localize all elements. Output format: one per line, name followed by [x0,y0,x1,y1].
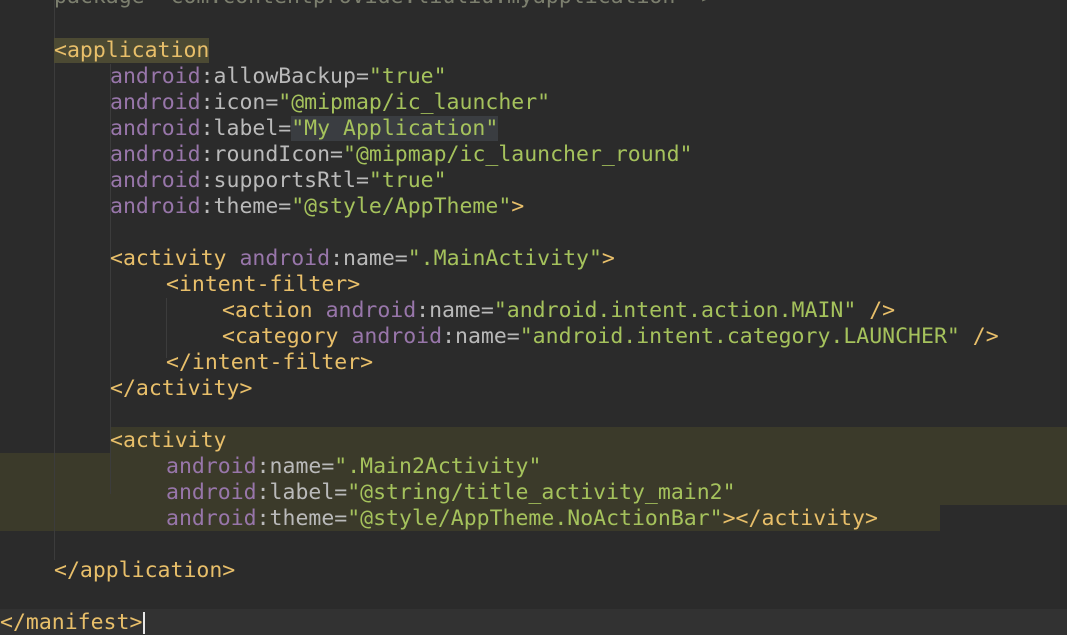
code-token: android [110,90,201,115]
code-token: android [325,298,417,323]
code-line[interactable]: <application [54,38,210,64]
code-token: android [239,246,331,271]
code-token: <application [54,38,210,63]
code-line[interactable]: package="com.contentprovide.liuliu.myapp… [54,0,714,10]
code-line[interactable]: android:allowBackup="true" [110,64,447,90]
code-line[interactable]: </activity> [110,376,252,402]
code-token: "My Application" [291,116,499,141]
text-caret [143,612,146,634]
code-token: <activity [110,428,227,453]
code-line[interactable]: </intent-filter> [166,350,373,376]
code-line[interactable]: android:icon="@mipmap/ic_launcher" [110,90,550,116]
code-token: :allowBackup= [200,64,369,89]
code-token: :name= [256,454,335,479]
code-token: /> [959,324,999,349]
code-token: </application> [54,558,236,583]
code-line[interactable]: android:theme="@style/AppTheme.NoActionB… [166,506,878,532]
code-token: :name= [330,246,408,271]
code-token: /> [856,298,896,323]
code-editor[interactable]: package="com.contentprovide.liuliu.myapp… [0,0,1067,635]
code-token: android [110,168,201,193]
code-token: android [166,454,257,479]
code-token: android [110,142,201,167]
code-token: "@mipmap/ic_launcher" [278,90,551,115]
code-line[interactable]: <intent-filter> [166,272,360,298]
code-line[interactable]: <category android:name="android.intent.c… [222,324,999,350]
code-line[interactable]: <action android:name="android.intent.act… [222,298,895,324]
code-line[interactable]: android:supportsRtl="true" [110,168,447,194]
code-token: :supportsRtl= [200,168,369,193]
code-token: "android.intent.action.MAIN" [493,298,857,323]
code-token: ></activity> [722,506,878,531]
code-token: </manifest> [0,610,143,635]
indent-guide [166,298,167,358]
code-token: </activity> [110,376,253,401]
code-token: <category [222,324,352,349]
code-token: android [110,116,201,141]
code-line[interactable]: <activity [110,428,227,454]
code-token: package="com.contentprovide.liuliu.myapp… [54,0,714,9]
code-token: ".MainActivity" [407,246,602,271]
code-line[interactable]: <activity android:name=".MainActivity"> [110,246,615,272]
code-line[interactable]: </manifest> [0,610,146,635]
code-line[interactable]: </application> [54,558,235,584]
indent-guide [54,0,55,560]
code-token: "@style/AppTheme.NoActionBar" [347,506,723,531]
code-token: :roundIcon= [200,142,343,167]
code-token: > [601,246,615,271]
code-token: "true" [368,168,447,193]
caret-line-highlight [0,609,1067,635]
code-token: android [110,194,201,219]
code-line[interactable]: android:roundIcon="@mipmap/ic_launcher_r… [110,142,693,168]
code-token: android [110,64,201,89]
code-token: "android.intent.category.LAUNCHER" [519,324,960,349]
code-token: :name= [416,298,494,323]
code-token: :label= [256,480,348,505]
code-token: "true" [368,64,447,89]
code-token: :theme= [200,194,292,219]
code-token: </intent-filter> [166,350,374,375]
code-token: :theme= [256,506,348,531]
code-token: :name= [442,324,520,349]
code-token: "@string/title_activity_main2" [347,480,736,505]
code-token: <action [222,298,326,323]
code-line[interactable]: android:theme="@style/AppTheme"> [110,194,524,220]
code-token: :label= [200,116,292,141]
code-token: android [351,324,443,349]
code-line[interactable]: android:label="@string/title_activity_ma… [166,480,736,506]
code-token: "@style/AppTheme" [291,194,512,219]
code-token: :icon= [200,90,279,115]
code-token: "@mipmap/ic_launcher_round" [343,142,693,167]
code-token: <activity [110,246,240,271]
code-token: <intent-filter> [166,272,361,297]
code-token: > [511,194,525,219]
code-token: android [166,480,257,505]
code-line[interactable]: android:label="My Application" [110,116,499,142]
code-token: ".Main2Activity" [334,454,542,479]
code-line[interactable]: android:name=".Main2Activity" [166,454,541,480]
code-token: android [166,506,257,531]
